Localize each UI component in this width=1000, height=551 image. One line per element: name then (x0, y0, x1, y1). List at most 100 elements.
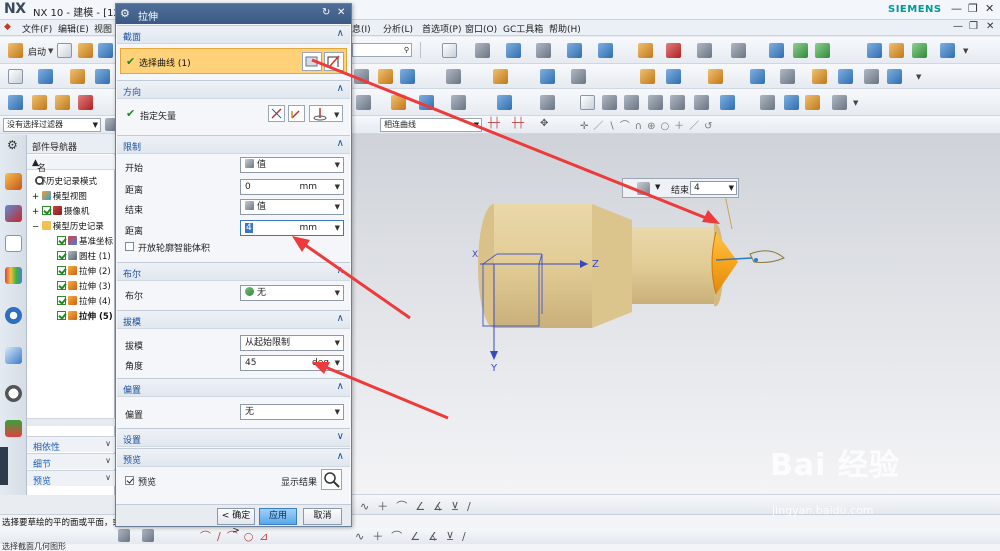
show-result-button[interactable] (321, 469, 342, 490)
preview-panel[interactable]: 预览 ∨ (27, 470, 115, 487)
tree-item-cameras[interactable]: + 摄像机 (32, 205, 89, 217)
close-icon[interactable]: ✕ (337, 7, 345, 18)
check-icon[interactable] (57, 296, 66, 305)
dimension-icon[interactable] (694, 95, 709, 110)
doc-minimize-icon[interactable]: — (953, 21, 963, 32)
clock-icon[interactable] (5, 385, 22, 402)
constraint-icon[interactable] (815, 43, 830, 58)
shell-icon[interactable] (640, 69, 655, 84)
tolerance-icon[interactable] (720, 95, 735, 110)
doc-close-icon[interactable]: ✕ (986, 21, 994, 32)
apply-button[interactable]: 应用 (259, 508, 297, 525)
gear-icon[interactable]: ⚙ (120, 7, 130, 20)
curve-icon[interactable] (419, 95, 434, 110)
edge-blend-icon[interactable] (493, 69, 508, 84)
assembly-icon[interactable] (769, 43, 784, 58)
start-limit-select[interactable]: 值 ▼ (240, 157, 344, 173)
move-component-icon[interactable] (867, 43, 882, 58)
view-orient-icon[interactable] (475, 43, 490, 58)
measure-icon[interactable] (666, 43, 681, 58)
sketch-icon[interactable] (8, 69, 23, 84)
close-icon[interactable]: ✕ (985, 2, 994, 15)
constraint-navigator-icon[interactable] (5, 205, 22, 222)
sheet-icon[interactable] (670, 95, 685, 110)
assembly-navigator-icon[interactable] (5, 173, 22, 190)
stop-at-intersection-icon[interactable]: ┼┼ (512, 118, 524, 129)
start-dropdown-icon[interactable]: ▼ (48, 47, 53, 55)
navigator-column-header[interactable]: 名称 ▲ (27, 155, 115, 187)
spline-icon[interactable] (497, 95, 512, 110)
check-icon[interactable] (57, 236, 66, 245)
vector-dialog-button[interactable] (288, 105, 305, 122)
ok-button[interactable]: < 确定 > (217, 508, 255, 536)
work-layer-icon[interactable] (598, 43, 613, 58)
start-distance-input[interactable]: 0 mm ▼ (240, 179, 344, 195)
mirror-icon[interactable] (708, 69, 723, 84)
boolean-header[interactable]: 布尔 ∧ (117, 262, 350, 281)
thicken-icon[interactable] (838, 69, 853, 84)
draft-select[interactable]: 从起始限制 ▼ (240, 335, 344, 351)
annotation-icon[interactable] (624, 95, 639, 110)
check-icon[interactable] (41, 206, 51, 215)
reverse-direction-button[interactable] (268, 105, 285, 122)
tree-item-model-history[interactable]: − 模型历史记录 (32, 220, 104, 232)
check-icon[interactable] (57, 281, 66, 290)
tree-item-extrude-3[interactable]: 拉伸 (3) (57, 280, 111, 292)
menu-help[interactable]: 帮助(H) (549, 22, 581, 35)
component-icon[interactable] (793, 43, 808, 58)
sketch-section-button[interactable] (302, 52, 322, 71)
dependencies-panel[interactable]: 相依性 ∨ (27, 436, 115, 453)
datum-plane-icon[interactable] (38, 69, 53, 84)
save-icon[interactable] (98, 43, 113, 58)
menu-file[interactable]: 文件(F) (22, 22, 52, 35)
cylinder-tool-icon[interactable] (760, 95, 775, 110)
web-browser-icon[interactable] (5, 307, 22, 324)
navigator-scrollbar[interactable] (27, 418, 115, 426)
cancel-button[interactable]: 取消 (303, 508, 342, 525)
type-filter-select[interactable]: 没有选择过滤器 ▼ (3, 118, 101, 132)
select-curve-row[interactable]: ✔ 选择曲线 (1) (120, 48, 347, 74)
point-icon[interactable] (540, 95, 555, 110)
render-icon[interactable] (142, 529, 154, 542)
gear-icon[interactable]: ⚙ (7, 138, 18, 152)
tree-item-datum-csys[interactable]: 基准坐标 (57, 235, 113, 247)
section-view-icon[interactable] (567, 43, 582, 58)
tape-icon[interactable] (805, 95, 820, 110)
table-icon[interactable] (602, 95, 617, 110)
limits-header[interactable]: 限制 ∧ (117, 135, 350, 154)
menu-analysis[interactable]: 分析(L) (383, 22, 413, 35)
block-icon[interactable] (32, 95, 47, 110)
sphere-icon[interactable] (356, 95, 371, 110)
menu-info[interactable]: 息(I) (352, 22, 371, 35)
curve-selector-button[interactable] (324, 52, 344, 71)
reset-icon[interactable]: ↻ (322, 7, 330, 18)
grid-icon[interactable] (697, 43, 712, 58)
row2-dropdown-icon[interactable]: ▼ (916, 73, 921, 81)
reuse-library-icon[interactable] (5, 267, 22, 284)
revolve-icon[interactable] (95, 69, 110, 84)
direction-header[interactable]: 方向 ∧ (117, 80, 350, 99)
boss-icon[interactable] (378, 69, 393, 84)
tree-item-extrude-5[interactable]: 拉伸 (5) (57, 310, 113, 322)
part-navigator-icon[interactable] (5, 235, 22, 252)
hammer-icon[interactable] (889, 43, 904, 58)
ruler-icon[interactable] (731, 43, 746, 58)
command-search-input[interactable]: ⚲ (352, 43, 412, 57)
draft-icon[interactable] (571, 69, 586, 84)
start-menu-label[interactable]: 启动 (28, 45, 46, 58)
feature-icon[interactable] (8, 95, 23, 110)
minimize-icon[interactable]: — (951, 2, 962, 15)
triangle-icon[interactable] (580, 95, 595, 110)
history-icon[interactable] (5, 347, 22, 364)
vector-type-select[interactable]: ▼ (309, 105, 343, 122)
side-tab-handle[interactable] (0, 447, 8, 485)
draft-header[interactable]: 拔模 ∧ (117, 310, 350, 329)
follow-fillet-icon[interactable]: ✥ (540, 118, 548, 129)
open-file-icon[interactable] (78, 43, 93, 58)
report-icon[interactable] (940, 43, 955, 58)
limit-type-icon[interactable] (637, 182, 650, 195)
check-icon[interactable] (57, 251, 66, 260)
pattern-icon[interactable] (666, 69, 681, 84)
end-distance-input[interactable]: 4 mm ▼ (240, 220, 344, 236)
view-icon[interactable] (118, 529, 130, 542)
